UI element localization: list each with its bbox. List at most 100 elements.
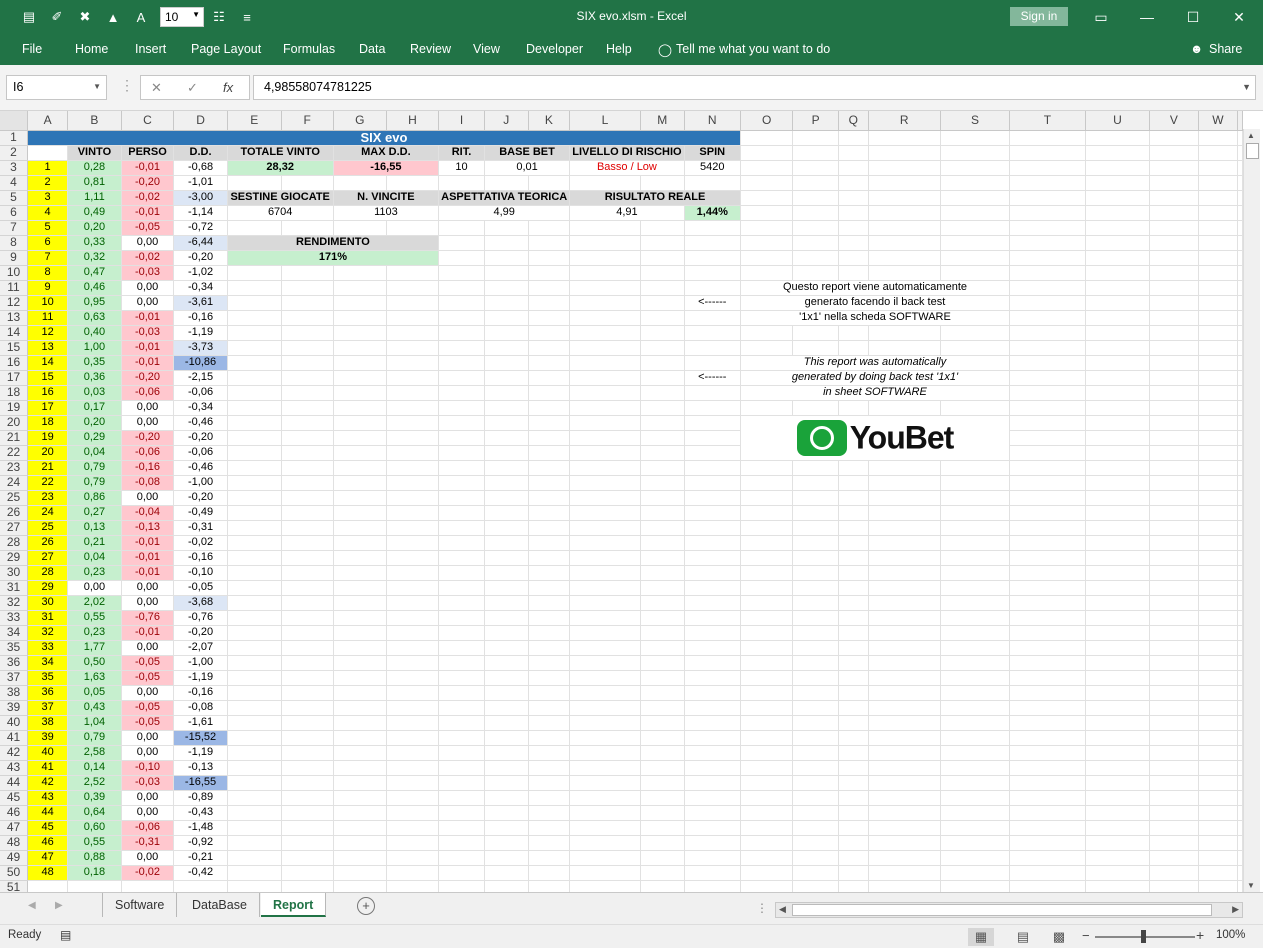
cell[interactable] [1085,250,1151,266]
cell[interactable] [1009,670,1086,686]
cell[interactable] [227,340,282,356]
max-dd-label[interactable]: MAX D.D. [333,145,440,161]
cell[interactable] [740,580,794,596]
cell[interactable] [227,520,282,536]
vinto-value[interactable]: 0,35 [67,355,122,371]
cell[interactable] [740,670,794,686]
cell[interactable] [281,535,334,551]
cell[interactable] [1237,565,1243,581]
cell[interactable] [386,610,440,626]
cell[interactable] [1009,565,1086,581]
cell[interactable] [740,805,794,821]
cell[interactable] [684,655,741,671]
cell[interactable] [569,505,641,521]
cell[interactable] [227,580,282,596]
cell[interactable] [684,715,741,731]
row-number[interactable]: 1 [27,160,69,176]
cell[interactable] [740,595,794,611]
cell[interactable] [740,175,794,191]
cell[interactable] [438,805,485,821]
cell[interactable] [1237,430,1243,446]
row-number[interactable]: 45 [27,820,69,836]
cell[interactable] [227,565,282,581]
cell[interactable] [838,610,869,626]
cell[interactable] [1198,595,1239,611]
cell[interactable] [868,655,941,671]
cell[interactable] [868,490,941,506]
vinto-value[interactable]: 0,60 [67,820,122,836]
cell[interactable] [386,505,440,521]
cell[interactable] [1237,460,1243,476]
cell[interactable] [684,355,741,371]
cell[interactable] [1009,220,1086,236]
cell[interactable] [569,460,641,476]
cell[interactable] [1009,190,1086,206]
cell[interactable] [868,235,941,251]
cell[interactable] [281,220,334,236]
cell[interactable] [484,370,529,386]
cell[interactable] [868,250,941,266]
cell[interactable] [684,790,741,806]
column-header-h[interactable]: H [386,111,440,131]
perso-value[interactable]: 0,00 [121,280,175,296]
cell[interactable] [484,295,529,311]
cell[interactable] [528,715,571,731]
cell[interactable] [1198,400,1239,416]
cell[interactable] [792,520,839,536]
row-header[interactable]: 47 [0,820,29,836]
row-number[interactable]: 17 [27,400,69,416]
cell[interactable] [1085,700,1151,716]
cell[interactable] [1085,625,1151,641]
dd-value[interactable]: -1,19 [173,745,228,761]
horizontal-scrollbar[interactable]: ◀ ▶ [775,902,1243,918]
cell[interactable] [386,820,440,836]
row-header[interactable]: 3 [0,160,29,176]
perso-value[interactable]: 0,00 [121,745,175,761]
cell[interactable] [868,745,941,761]
cell[interactable] [740,340,794,356]
row-number[interactable]: 27 [27,550,69,566]
row-number[interactable]: 2 [27,175,69,191]
vinto-value[interactable]: 0,40 [67,325,122,341]
cell[interactable] [1198,625,1239,641]
cell[interactable] [684,520,741,536]
cell[interactable] [386,340,440,356]
cell[interactable] [740,880,794,892]
dd-value[interactable]: -15,52 [173,730,228,746]
cell[interactable] [386,370,440,386]
cell[interactable] [1198,805,1239,821]
normal-view-icon[interactable]: ▦ [968,928,994,946]
cell[interactable] [868,760,941,776]
cell[interactable] [386,175,440,191]
cell[interactable] [868,340,941,356]
row-header[interactable]: 2 [0,145,29,161]
note-it-line[interactable]: '1x1' nella scheda SOFTWARE [740,310,1011,326]
cell[interactable] [868,595,941,611]
cell[interactable] [386,775,440,791]
zoom-level[interactable]: 100% [1216,929,1245,941]
cell[interactable] [868,790,941,806]
cell[interactable] [1149,580,1199,596]
cell[interactable] [640,595,685,611]
cell[interactable] [227,445,282,461]
vinto-value[interactable]: 1,11 [67,190,122,206]
cell[interactable] [1085,190,1151,206]
cell[interactable] [484,250,529,266]
cell[interactable] [684,340,741,356]
cell[interactable] [740,490,794,506]
cell[interactable] [386,835,440,851]
cell[interactable] [1237,235,1243,251]
cell[interactable] [569,175,641,191]
cell[interactable] [1237,805,1243,821]
cell[interactable] [333,880,387,892]
dd-value[interactable]: -0,02 [173,535,228,551]
cell[interactable] [1149,520,1199,536]
cell[interactable] [1198,535,1239,551]
cell[interactable] [868,175,941,191]
cell[interactable] [792,130,839,146]
cell[interactable] [484,520,529,536]
cell[interactable] [1198,655,1239,671]
cell[interactable] [386,355,440,371]
cell[interactable] [484,325,529,341]
cell[interactable] [1149,835,1199,851]
